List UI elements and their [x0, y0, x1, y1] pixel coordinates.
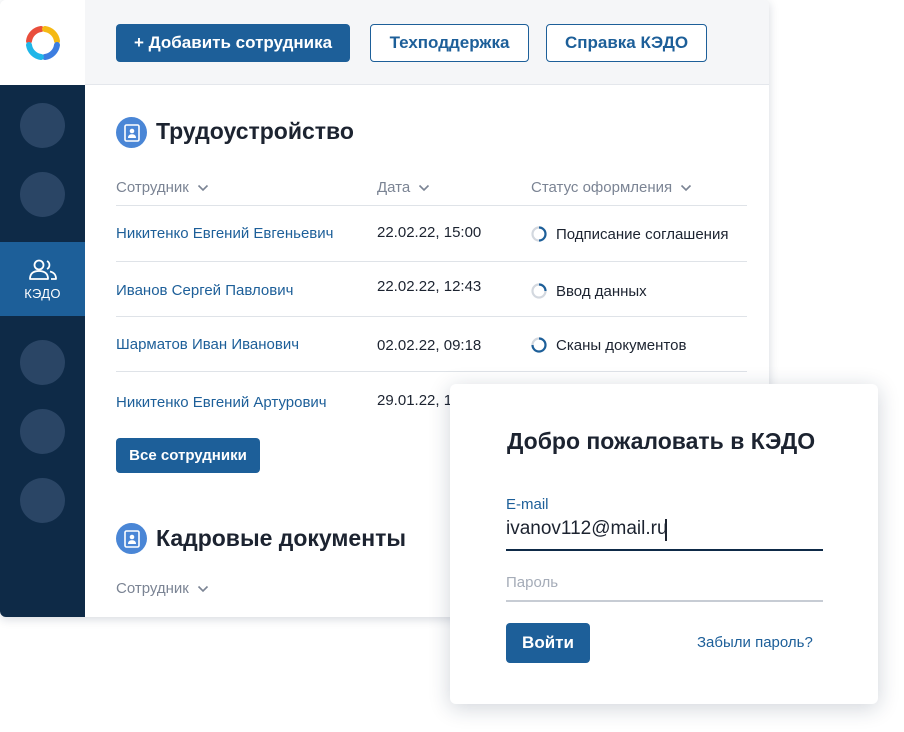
row-divider [116, 316, 747, 317]
progress-ring-icon [531, 337, 547, 353]
row-status: Ввод данных [530, 282, 647, 300]
login-button[interactable]: Войти [506, 623, 590, 663]
row-date: 22.02.22, 15:00 [377, 224, 482, 241]
add-employee-button[interactable]: + Добавить сотрудника [116, 24, 350, 62]
app-logo-icon [25, 25, 60, 60]
login-dialog: Добро пожаловать в КЭДО E-mail ivanov112… [450, 384, 878, 704]
sidebar-item-6[interactable] [20, 478, 65, 523]
email-label: E-mail [506, 496, 549, 513]
email-underline [506, 549, 823, 551]
chevron-down-icon [197, 585, 208, 592]
column-date[interactable]: Дата [377, 179, 430, 196]
column-employee[interactable]: Сотрудник [116, 580, 209, 597]
sidebar-item-2[interactable] [20, 172, 65, 217]
column-employee[interactable]: Сотрудник [116, 179, 209, 196]
all-employees-button[interactable]: Все сотрудники [116, 438, 260, 473]
hr-docs-section-icon [116, 523, 147, 554]
chevron-down-icon [197, 184, 208, 191]
row-status: Сканы документов [530, 336, 686, 354]
column-status-label: Статус оформления [531, 179, 673, 196]
column-date-label: Дата [377, 179, 411, 196]
row-date: 29.01.22, 15 [377, 392, 461, 409]
sidebar-item-4[interactable] [20, 340, 65, 385]
column-status[interactable]: Статус оформления [531, 179, 692, 196]
employment-title: Трудоустройство [156, 118, 354, 144]
status-label: Сканы документов [556, 336, 687, 354]
employee-name-link[interactable]: Шарматов Иван Иванович [116, 336, 299, 353]
sidebar-item-label: КЭДО [24, 285, 61, 301]
text-caret [665, 519, 667, 541]
row-divider [116, 261, 747, 262]
email-field[interactable]: ivanov112@mail.ru [506, 518, 668, 540]
row-divider [116, 371, 747, 372]
hr-docs-title: Кадровые документы [156, 525, 407, 551]
status-label: Подписание соглашения [556, 225, 729, 243]
employee-name-link[interactable]: Никитенко Евгений Артурович [116, 394, 327, 411]
chevron-down-icon [681, 184, 692, 191]
sidebar-item-1[interactable] [20, 103, 65, 148]
row-divider [116, 205, 747, 206]
help-button[interactable]: Справка КЭДО [546, 24, 707, 62]
profile-card-icon [123, 529, 140, 548]
progress-ring-icon [531, 283, 547, 299]
column-employee-label: Сотрудник [116, 580, 189, 597]
profile-card-icon [123, 123, 140, 142]
status-label: Ввод данных [556, 282, 647, 300]
row-date: 22.02.22, 12:43 [377, 278, 482, 295]
password-underline [506, 600, 823, 602]
login-title: Добро пожаловать в КЭДО [507, 428, 816, 454]
employee-name-link[interactable]: Никитенко Евгений Евгеньевич [116, 225, 333, 242]
support-button[interactable]: Техподдержка [370, 24, 529, 62]
sidebar-item-5[interactable] [20, 409, 65, 454]
employee-name-link[interactable]: Иванов Сергей Павлович [116, 282, 293, 299]
employment-section-icon [116, 117, 147, 148]
row-date: 02.02.22, 09:18 [377, 337, 482, 354]
row-status: Подписание соглашения [530, 225, 728, 243]
users-icon [28, 259, 57, 280]
chevron-down-icon [419, 184, 430, 191]
password-field[interactable]: Пароль [506, 574, 558, 591]
sidebar: КЭДО [0, 85, 85, 617]
column-employee-label: Сотрудник [116, 179, 189, 196]
logo[interactable] [0, 0, 85, 85]
sidebar-item-kedo[interactable]: КЭДО [0, 242, 85, 316]
forgot-password-link[interactable]: Забыли пароль? [697, 634, 813, 651]
progress-ring-icon [531, 226, 547, 242]
